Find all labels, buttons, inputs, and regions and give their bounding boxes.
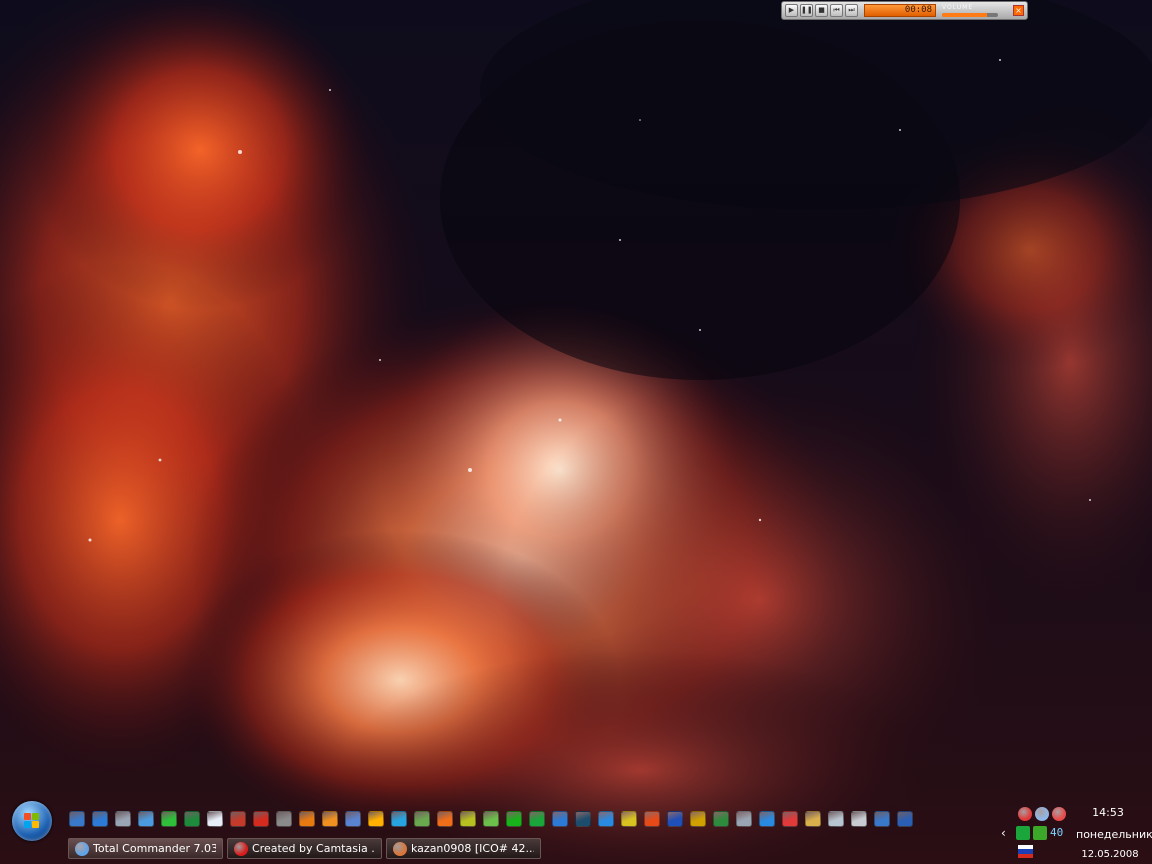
hash-icon[interactable]	[161, 810, 177, 827]
tray-icon-group	[1016, 826, 1047, 840]
windows-orb-icon	[24, 813, 40, 829]
play-button[interactable]: ▶	[785, 4, 798, 17]
opera-icon	[234, 841, 248, 856]
pause-icon: ❚❚	[801, 6, 813, 14]
player-close-button[interactable]: ×	[1013, 5, 1024, 16]
excel-icon[interactable]	[184, 810, 200, 827]
start-button[interactable]	[12, 801, 52, 841]
previous-button[interactable]: ⏮	[830, 4, 843, 17]
clock-date: 12.05.2008	[1081, 849, 1139, 860]
clock-day: понедельник	[1076, 828, 1152, 841]
sphere-icon[interactable]	[1035, 807, 1049, 821]
tools-icon[interactable]	[276, 810, 292, 827]
volume-control[interactable]: VOLUME	[942, 4, 1000, 18]
russian-flag-icon	[1018, 845, 1033, 858]
volume-slider[interactable]	[942, 12, 998, 17]
antivirus-icon[interactable]	[1018, 807, 1032, 821]
notepad-icon[interactable]	[713, 810, 729, 827]
icq-tray-icon[interactable]	[1016, 826, 1030, 840]
show-desktop-icon[interactable]	[69, 810, 85, 827]
burn-icon[interactable]	[644, 810, 660, 827]
computer-icon[interactable]	[874, 810, 890, 827]
bluetooth-icon[interactable]	[667, 810, 683, 827]
volume-label: VOLUME	[942, 3, 974, 11]
task-button-label: kazan0908 [ICO# 42...	[411, 842, 534, 855]
document-icon[interactable]	[138, 810, 154, 827]
at-icon[interactable]	[1052, 807, 1066, 821]
playback-time: 00:08	[864, 4, 936, 17]
firefox-icon[interactable]	[437, 810, 453, 827]
printer-icon[interactable]	[851, 810, 867, 827]
tray-top-icons	[1018, 807, 1066, 821]
tray-row-icons: ‹ 40	[1001, 826, 1063, 840]
volume-fill	[942, 12, 987, 17]
daemon-icon[interactable]	[299, 810, 315, 827]
nero-icon[interactable]	[575, 810, 591, 827]
icq-icon[interactable]	[529, 810, 545, 827]
next-button[interactable]: ⏭	[845, 4, 858, 17]
task-button[interactable]: Total Commander 7.03...	[68, 838, 223, 859]
globe-icon[interactable]	[759, 810, 775, 827]
task-button-label: Created by Camtasia ...	[252, 842, 375, 855]
mascot-icon[interactable]	[1033, 826, 1047, 840]
cd-icon[interactable]	[621, 810, 637, 827]
close-icon: ×	[1015, 6, 1022, 15]
uninstall-icon[interactable]	[230, 810, 246, 827]
task-button-label: Total Commander 7.03...	[93, 842, 216, 855]
link-icon[interactable]	[345, 810, 361, 827]
task-buttons: Total Commander 7.03... Created by Camtas…	[68, 838, 541, 859]
previous-icon: ⏮	[833, 6, 840, 14]
task-button[interactable]: kazan0908 [ICO# 42...	[386, 838, 541, 859]
acrobat-icon[interactable]	[253, 810, 269, 827]
office-icon[interactable]	[322, 810, 338, 827]
lifebuoy-icon[interactable]	[782, 810, 798, 827]
tray-expand-button[interactable]: ‹	[1001, 826, 1013, 840]
tray-counter: 40	[1050, 826, 1064, 839]
pin-icon[interactable]	[690, 810, 706, 827]
desktop-wallpaper	[0, 0, 1152, 864]
pause-button[interactable]: ❚❚	[800, 4, 813, 17]
play-icon: ▶	[788, 6, 795, 14]
puzzle-icon[interactable]	[460, 810, 476, 827]
floppy-icon[interactable]	[897, 810, 913, 827]
next-icon: ⏭	[848, 6, 855, 14]
ie-icon[interactable]	[598, 810, 614, 827]
pencil-icon[interactable]	[414, 810, 430, 827]
people-icon[interactable]	[805, 810, 821, 827]
stop-icon: ■	[818, 6, 825, 14]
chart-icon[interactable]	[736, 810, 752, 827]
image-viewer-icon	[393, 841, 407, 856]
recycle-bin-icon[interactable]	[828, 810, 844, 827]
alcohol-icon[interactable]	[368, 810, 384, 827]
total-commander-icon	[75, 841, 89, 856]
calculator-icon[interactable]	[115, 810, 131, 827]
language-indicator[interactable]	[1018, 845, 1033, 858]
network-icon[interactable]	[92, 810, 108, 827]
quick-launch-bar	[69, 810, 913, 827]
network-2-icon[interactable]	[552, 810, 568, 827]
task-button[interactable]: Created by Camtasia ...	[227, 838, 382, 859]
battery-icon[interactable]	[483, 810, 499, 827]
play-green-icon[interactable]	[506, 810, 522, 827]
stop-button[interactable]: ■	[815, 4, 828, 17]
word-icon[interactable]	[207, 810, 223, 827]
media-player-bar: ▶ ❚❚ ■ ⏮ ⏭ 00:08 VOLUME ×	[781, 1, 1028, 20]
drive-icon[interactable]	[391, 810, 407, 827]
clock-time[interactable]: 14:53	[1076, 806, 1140, 819]
